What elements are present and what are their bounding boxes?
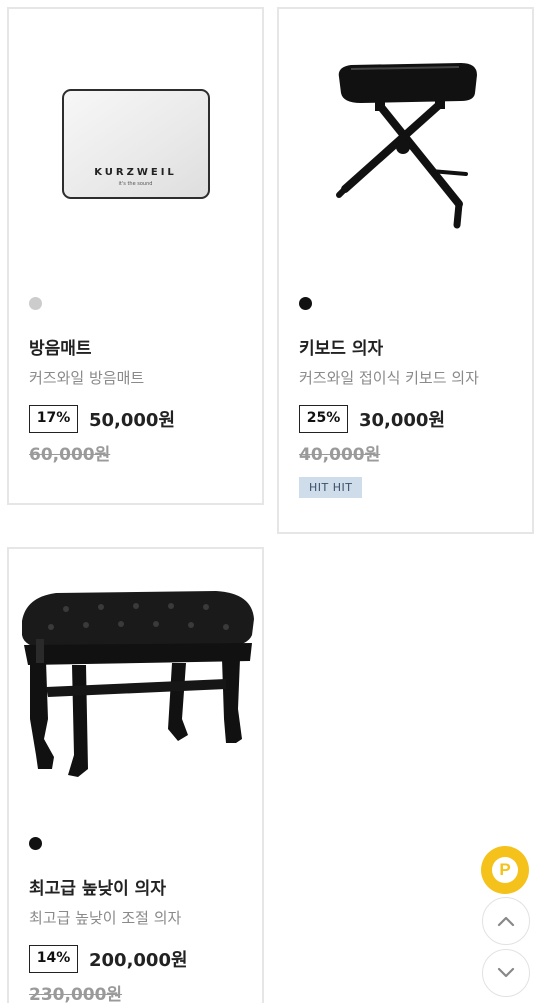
sale-price: 30,000원 bbox=[359, 410, 446, 431]
product-name[interactable]: 키보드 의자 bbox=[299, 334, 383, 359]
chevron-down-icon bbox=[497, 967, 515, 978]
scroll-top-button[interactable] bbox=[482, 897, 530, 945]
color-swatch[interactable] bbox=[29, 837, 42, 850]
product-name[interactable]: 최고급 높낮이 의자 bbox=[29, 874, 166, 899]
discount-badge: 25% bbox=[299, 405, 348, 433]
sale-price: 200,000원 bbox=[89, 950, 188, 971]
keyboard-bench-image bbox=[335, 63, 477, 229]
price-row: 25% 30,000원 bbox=[299, 405, 445, 433]
product-name[interactable]: 방음매트 bbox=[29, 334, 92, 359]
color-swatch[interactable] bbox=[29, 297, 42, 310]
sale-price: 50,000원 bbox=[89, 410, 176, 431]
product-card-keyboard-bench[interactable]: 키보드 의자 커즈와일 접이식 키보드 의자 25% 30,000원 40,00… bbox=[277, 7, 534, 534]
original-price: 230,000원 bbox=[29, 985, 123, 1003]
scroll-bottom-button[interactable] bbox=[482, 949, 530, 997]
product-card-adjustable-bench[interactable]: 최고급 높낮이 의자 최고급 높낮이 조절 의자 14% 200,000원 23… bbox=[7, 547, 264, 1003]
product-card-soundproof-mat[interactable]: KURZWEIL it's the sound 방음매트 커즈와일 방음매트 1… bbox=[7, 7, 264, 505]
product-image[interactable] bbox=[279, 9, 532, 279]
discount-badge: 17% bbox=[29, 405, 78, 433]
price-row: 17% 50,000원 bbox=[29, 405, 175, 433]
piano-bench-image bbox=[21, 591, 254, 777]
product-description: 커즈와일 방음매트 bbox=[29, 369, 145, 387]
point-button[interactable]: P bbox=[481, 846, 529, 894]
product-grid: KURZWEIL it's the sound 방음매트 커즈와일 방음매트 1… bbox=[0, 0, 540, 1003]
hit-badge: HIT HIT bbox=[299, 477, 363, 498]
chevron-up-icon bbox=[497, 916, 515, 927]
discount-badge: 14% bbox=[29, 945, 78, 973]
price-row: 14% 200,000원 bbox=[29, 945, 188, 973]
mat-brand-logo: KURZWEIL bbox=[94, 167, 177, 178]
mat-tagline: it's the sound bbox=[118, 181, 153, 187]
original-price: 40,000원 bbox=[299, 445, 381, 465]
product-description: 최고급 높낮이 조절 의자 bbox=[29, 909, 182, 927]
color-swatch[interactable] bbox=[299, 297, 312, 310]
original-price: 60,000원 bbox=[29, 445, 111, 465]
product-description: 커즈와일 접이식 키보드 의자 bbox=[299, 369, 479, 387]
point-icon: P bbox=[492, 857, 518, 883]
product-image[interactable] bbox=[9, 549, 262, 809]
mat-image: KURZWEIL it's the sound bbox=[61, 89, 210, 199]
product-image[interactable]: KURZWEIL it's the sound bbox=[9, 9, 262, 279]
